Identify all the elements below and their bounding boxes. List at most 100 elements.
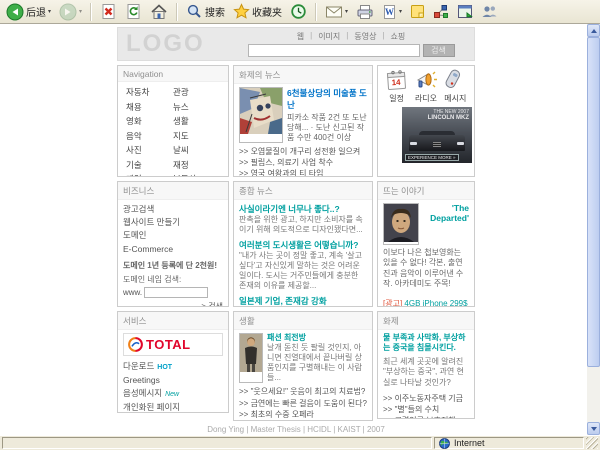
service-link-greetings[interactable]: Greetings xyxy=(123,374,223,388)
site-header: LOGO 웹 | 이미지 | 동영상 | 쇼핑 검색 xyxy=(117,27,475,61)
business-link-domain[interactable]: 도메인 xyxy=(123,229,223,242)
yellow-note-icon xyxy=(411,5,425,18)
history-button[interactable] xyxy=(287,2,310,21)
nav-item-weather[interactable]: 날씨 xyxy=(173,144,220,156)
edit-dropdown-icon[interactable]: ▾ xyxy=(399,9,402,15)
print-button[interactable] xyxy=(353,3,377,21)
search-button[interactable]: 검색 xyxy=(422,44,455,57)
service-link-voicemail[interactable]: 음성메시지 New xyxy=(123,387,223,401)
share-button[interactable] xyxy=(430,3,452,20)
favorites-button[interactable]: 收藏夹 xyxy=(230,2,285,21)
business-title: 비즈니스 xyxy=(118,182,228,200)
search-toolbar-button[interactable]: 搜索 xyxy=(183,2,228,21)
nav-item-maps[interactable]: 지도 xyxy=(173,130,220,142)
lincoln-ad[interactable]: THE NEW 2007 LINCOLN MKZ EXPERIENCE MORE… xyxy=(402,107,472,163)
nav-item-jobs[interactable]: 채용 xyxy=(126,101,173,113)
nav-item-news[interactable]: 뉴스 xyxy=(173,101,220,113)
search-row: 검색 xyxy=(247,44,455,57)
nav-item-cars[interactable]: 자동차 xyxy=(126,86,173,98)
actor-thumbnail[interactable] xyxy=(383,203,419,245)
media-button[interactable] xyxy=(454,3,476,20)
notes-button[interactable] xyxy=(407,3,428,20)
status-bar: Internet xyxy=(0,435,600,450)
scrollbar-thumb[interactable] xyxy=(587,37,600,367)
lincoln-ad-line2: LINCOLN MKZ xyxy=(427,115,469,121)
tab-shopping[interactable]: 쇼핑 xyxy=(391,31,406,42)
hot-news-headline[interactable]: 6천불상당의 미술품 도난 xyxy=(287,87,367,111)
contacts-button[interactable] xyxy=(478,3,501,20)
tab-web[interactable]: 웹 xyxy=(297,31,304,42)
business-link-website[interactable]: 웹사이트 만들기 xyxy=(123,216,223,229)
message-shortcut[interactable]: 메시지 xyxy=(441,68,470,104)
life-link[interactable]: >> 금연에는 빠른 걸음이 도움이 된다? xyxy=(239,398,367,409)
news-link[interactable]: >> 필립스, 의료기 사업 착수 xyxy=(239,157,367,168)
services-title: 서비스 xyxy=(118,312,228,330)
share-nodes-icon xyxy=(434,5,449,18)
rising-story-headline[interactable]: 'The Departed' xyxy=(423,203,469,245)
radio-shortcut[interactable]: 라디오 xyxy=(411,68,440,104)
back-button[interactable]: 后退 ▾ xyxy=(3,2,54,22)
svg-text:W: W xyxy=(385,7,394,17)
refresh-button[interactable] xyxy=(122,2,145,21)
domain-search-link[interactable]: > 검색 xyxy=(123,301,223,306)
nav-item-tour[interactable]: 관광 xyxy=(173,86,220,98)
nav-item-photos[interactable]: 사진 xyxy=(126,144,173,156)
new-badge: New xyxy=(165,391,180,399)
news-thumbnail-picasso[interactable] xyxy=(239,87,283,143)
mail-button[interactable]: ▾ xyxy=(322,3,351,20)
domain-search-input[interactable] xyxy=(144,287,209,299)
back-label: 后退 xyxy=(26,8,46,19)
life-link[interactable]: >> 찰스 황태자, 맥도날드 음식 퇴출 호소 xyxy=(239,420,367,421)
business-link-ecommerce[interactable]: E-Commerce xyxy=(123,243,223,256)
service-link-download[interactable]: 다운로드 HOT xyxy=(123,360,223,374)
life-headline[interactable]: 패션 최전방 xyxy=(267,333,367,343)
lincoln-ad-button[interactable]: EXPERIENCE MORE » xyxy=(405,154,459,161)
news-headline[interactable]: 여러분의 도시생활은 어떻습니까? xyxy=(239,239,367,251)
tab-video[interactable]: 동영상 xyxy=(354,31,376,42)
forward-button[interactable]: ▾ xyxy=(56,2,85,22)
business-link-adsearch[interactable]: 광고검색 xyxy=(123,203,223,216)
vertical-scrollbar[interactable] xyxy=(587,24,600,435)
lincoln-car-image xyxy=(405,122,469,153)
tab-separator: | xyxy=(382,31,385,40)
search-area: 웹 | 이미지 | 동영상 | 쇼핑 검색 xyxy=(236,31,466,57)
stop-button[interactable] xyxy=(97,2,120,21)
nav-item-music[interactable]: 음악 xyxy=(126,130,173,142)
home-button[interactable] xyxy=(147,2,171,22)
life-body: 날개 돋친 듯 팔릴 것인지, 아니면 진열대에서 끝나버릴 상품인지를 구별해… xyxy=(267,343,362,383)
life-link[interactable]: >> 최초의 수중 오페라 xyxy=(239,409,367,420)
scroll-up-button[interactable] xyxy=(587,24,600,37)
quick-tools-box: 14 일정 라디오 메시지 THE NEW 2007 LINCOLN MKZ E… xyxy=(377,65,475,177)
topic-link[interactable]: >> "별"들의 수치 xyxy=(383,404,469,415)
news-headline[interactable]: 사실이라기엔 너무나 좋다..? xyxy=(239,203,367,215)
total-logo[interactable]: TOTAL xyxy=(123,333,223,356)
nav-item-movies[interactable]: 영화 xyxy=(126,115,173,127)
fashion-thumbnail[interactable] xyxy=(239,333,263,384)
news-link[interactable]: >> 오염물질이 개구리 성전환 일으켜 xyxy=(239,146,367,157)
edit-button[interactable]: W ▾ xyxy=(379,3,405,21)
topic-link[interactable]: >> 이주노동자주택 기금 xyxy=(383,393,469,404)
resize-grip[interactable] xyxy=(586,437,598,449)
news-link[interactable]: >> 영국 여왕과의 티 타임 xyxy=(239,168,367,176)
tab-image[interactable]: 이미지 xyxy=(318,31,340,42)
nav-item-finance[interactable]: 재정 xyxy=(173,159,220,171)
nav-item-life[interactable]: 생활 xyxy=(173,115,220,127)
topic-link[interactable]: >> 고령인구 보호정책 xyxy=(383,415,469,418)
mail-dropdown-icon[interactable]: ▾ xyxy=(345,9,348,15)
search-input[interactable] xyxy=(247,44,420,57)
news-headline[interactable]: 일본제 기업, 존재감 강화 xyxy=(239,295,367,306)
internet-globe-icon xyxy=(439,437,450,449)
calendar-shortcut[interactable]: 14 일정 xyxy=(382,68,411,104)
nav-item-games[interactable]: 게임 xyxy=(126,173,173,176)
service-link-personalized[interactable]: 개인화된 페이지 xyxy=(123,401,223,412)
scroll-down-button[interactable] xyxy=(587,422,600,435)
back-dropdown-icon[interactable]: ▾ xyxy=(48,9,51,15)
life-link[interactable]: >> "웃으세요!" 웃음이 최고의 치료법? xyxy=(239,386,367,397)
forward-dropdown-icon[interactable]: ▾ xyxy=(79,9,82,15)
iphone-ad-link[interactable]: [광고] 4GB iPhone 299$ 부터 xyxy=(383,298,469,306)
nav-item-realestate[interactable]: 부동산 xyxy=(173,173,220,176)
rising-story-title: 뜨는 이야기 xyxy=(378,182,474,200)
nav-item-tech[interactable]: 기술 xyxy=(126,159,173,171)
topic-headline[interactable]: 물 부족과 사막화, 부상하는 중국을 침몰시킨다. xyxy=(383,333,469,354)
scrollbar-track[interactable] xyxy=(587,37,600,422)
